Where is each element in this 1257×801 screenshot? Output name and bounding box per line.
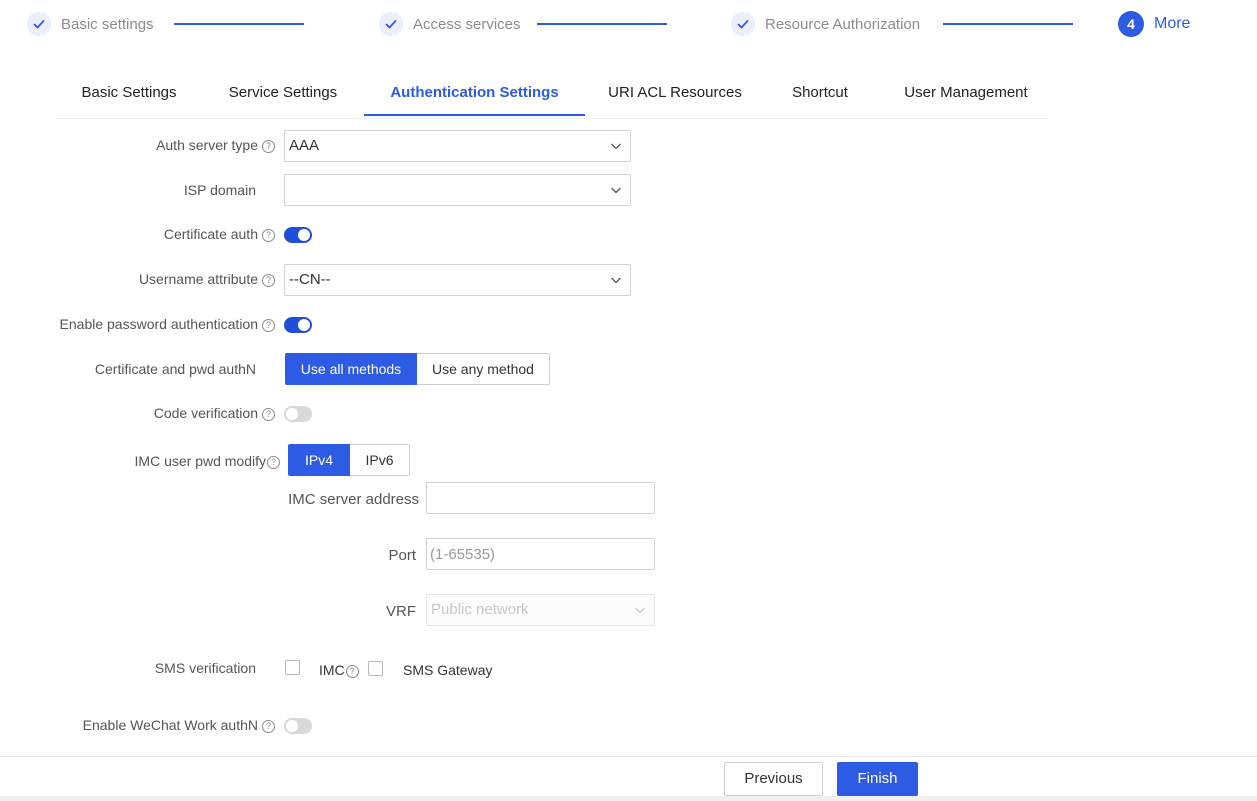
certificate-auth-toggle[interactable] [284, 227, 312, 243]
imc-server-address-label: IMC server address [288, 491, 419, 508]
chevron-down-icon [635, 607, 645, 614]
sms-verification-label: SMS verification [154, 660, 256, 676]
chevron-down-icon [611, 143, 621, 150]
check-icon [379, 12, 403, 36]
help-icon[interactable]: ? [262, 408, 275, 421]
imc-user-pwd-modify-label: IMC user pwd modify? [135, 453, 280, 469]
step-connector [174, 23, 304, 25]
tab-shortcut[interactable]: Shortcut [778, 70, 862, 116]
step-connector [943, 23, 1073, 25]
use-any-method-option[interactable]: Use any method [417, 353, 550, 385]
vrf-select[interactable]: Public network [426, 594, 655, 626]
code-verification-toggle[interactable] [284, 406, 312, 422]
chevron-down-icon [611, 277, 621, 284]
step-basic-settings[interactable]: Basic settings [27, 11, 154, 37]
ipv4-option[interactable]: IPv4 [288, 444, 350, 476]
tab-uri-acl-resources[interactable]: URI ACL Resources [600, 70, 750, 116]
check-icon [27, 12, 51, 36]
previous-button[interactable]: Previous [724, 762, 823, 796]
code-verification-label: Code verification? [154, 405, 275, 421]
auth-server-type-select[interactable]: AAA [284, 130, 631, 162]
page-bottom-strip [0, 796, 1257, 801]
step-more[interactable]: 4 More [1118, 11, 1190, 37]
step-label: More [1154, 15, 1191, 32]
vrf-value: Public network [431, 601, 529, 618]
toggle-knob [298, 229, 310, 241]
cert-pwd-authn-label: Certificate and pwd authN [94, 361, 256, 377]
imc-ip-version-segmented: IPv4 IPv6 [288, 444, 410, 476]
username-attribute-select[interactable]: --CN-- [284, 264, 631, 296]
chevron-down-icon [611, 187, 621, 194]
sms-gateway-checkbox[interactable] [368, 661, 383, 676]
check-icon [731, 12, 755, 36]
use-all-methods-option[interactable]: Use all methods [285, 353, 417, 385]
step-number: 4 [1118, 11, 1144, 37]
wechat-work-authn-toggle[interactable] [284, 718, 312, 734]
step-label: Basic settings [61, 15, 154, 33]
help-icon[interactable]: ? [262, 720, 275, 733]
isp-domain-label: ISP domain [183, 182, 256, 198]
toggle-knob [298, 319, 310, 331]
port-label: Port [388, 547, 416, 564]
help-icon[interactable]: ? [262, 140, 275, 153]
help-icon[interactable]: ? [345, 665, 359, 678]
sms-gateway-checkbox-label: SMS Gateway [403, 662, 493, 678]
tab-service-settings[interactable]: Service Settings [216, 70, 350, 116]
auth-server-type-label: Auth server type? [156, 137, 275, 153]
toggle-knob [286, 408, 298, 420]
help-icon[interactable]: ? [262, 274, 275, 287]
certificate-auth-label: Certificate auth? [164, 226, 275, 242]
step-access-services[interactable]: Access services [379, 11, 521, 37]
isp-domain-select[interactable] [284, 174, 631, 206]
enable-password-auth-label: Enable password authentication? [60, 316, 275, 332]
step-label: Access services [413, 15, 521, 33]
ipv6-option[interactable]: IPv6 [350, 444, 410, 476]
help-icon[interactable]: ? [267, 456, 280, 469]
step-resource-authorization[interactable]: Resource Authorization [731, 11, 920, 37]
step-connector [537, 23, 667, 25]
tab-user-management[interactable]: User Management [892, 70, 1040, 116]
username-attribute-label: Username attribute? [139, 271, 275, 287]
tab-basic-settings[interactable]: Basic Settings [70, 70, 188, 116]
auth-server-type-value: AAA [289, 137, 320, 154]
finish-button[interactable]: Finish [837, 762, 918, 796]
imc-checkbox-label: IMC? [319, 662, 359, 678]
help-icon[interactable]: ? [262, 229, 275, 242]
enable-password-auth-toggle[interactable] [284, 317, 312, 333]
imc-checkbox[interactable] [285, 660, 300, 675]
username-attribute-value: --CN-- [289, 271, 331, 288]
wechat-work-authn-label: Enable WeChat Work authN? [83, 717, 275, 733]
help-icon[interactable]: ? [262, 319, 275, 332]
toggle-knob [286, 720, 298, 732]
tab-authentication-settings[interactable]: Authentication Settings [364, 70, 585, 116]
wizard-footer: Previous Finish [0, 756, 1257, 801]
port-input[interactable] [426, 538, 655, 570]
imc-server-address-input[interactable] [426, 482, 655, 514]
vrf-label: VRF [386, 603, 416, 620]
step-label: Resource Authorization [765, 15, 921, 33]
settings-tabs: Basic Settings Service Settings Authenti… [56, 70, 1048, 119]
cert-pwd-authn-segmented: Use all methods Use any method [285, 353, 550, 385]
